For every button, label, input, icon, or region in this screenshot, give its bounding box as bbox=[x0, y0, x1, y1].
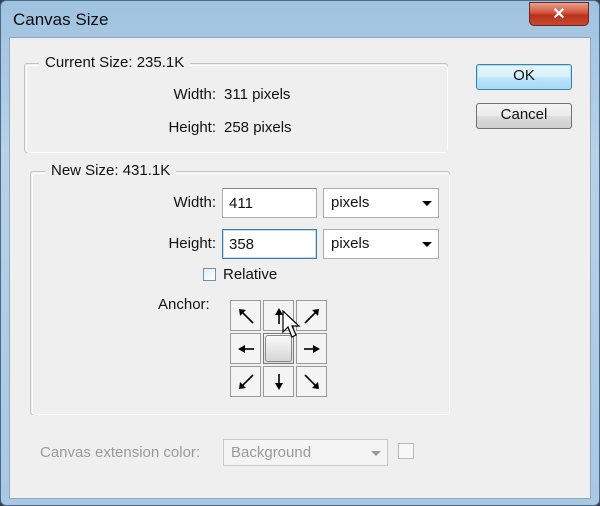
anchor-label: Anchor: bbox=[158, 296, 210, 313]
extension-color-label: Canvas extension color: bbox=[40, 444, 201, 461]
dialog-title: Canvas Size bbox=[13, 10, 109, 29]
chevron-down-icon bbox=[422, 201, 432, 206]
anchor-bottom-right[interactable] bbox=[296, 366, 327, 397]
current-height-label: Height: bbox=[168, 119, 216, 136]
close-button[interactable]: ✕ bbox=[529, 2, 589, 26]
height-unit-value: pixels bbox=[331, 235, 370, 252]
mouse-pointer-icon bbox=[282, 310, 301, 338]
anchor-bottom-left[interactable] bbox=[230, 366, 261, 397]
relative-label[interactable]: Relative bbox=[223, 266, 277, 283]
arrow-w-icon bbox=[237, 344, 254, 353]
arrow-nw-icon bbox=[238, 308, 254, 324]
anchor-bottom[interactable] bbox=[263, 366, 294, 397]
arrow-ne-icon bbox=[303, 308, 319, 324]
height-unit-select[interactable]: pixels bbox=[323, 229, 439, 259]
anchor-grid bbox=[230, 300, 328, 398]
extension-color-swatch[interactable] bbox=[398, 443, 414, 459]
width-unit-select[interactable]: pixels bbox=[323, 188, 439, 218]
arrow-sw-icon bbox=[238, 373, 254, 389]
current-width-label: Width: bbox=[173, 86, 216, 103]
new-height-label: Height: bbox=[168, 235, 216, 252]
height-input[interactable]: 358 bbox=[222, 229, 317, 259]
ok-button[interactable]: OK bbox=[476, 64, 572, 90]
current-width-value: 311 pixels bbox=[224, 86, 291, 103]
current-height-value: 258 pixels bbox=[224, 119, 292, 136]
arrow-se-icon bbox=[303, 373, 319, 389]
cancel-button[interactable]: Cancel bbox=[476, 103, 572, 129]
current-size-group: Current Size: 235.1K bbox=[24, 54, 448, 153]
canvas-size-dialog: Canvas Size ✕ Current Size: 235.1K Width… bbox=[0, 0, 600, 506]
width-unit-value: pixels bbox=[331, 194, 370, 211]
chevron-down-icon bbox=[422, 242, 432, 247]
anchor-top-left[interactable] bbox=[230, 300, 261, 331]
anchor-left[interactable] bbox=[230, 333, 261, 364]
new-size-legend: New Size: 431.1K bbox=[45, 162, 177, 179]
relative-checkbox[interactable] bbox=[203, 268, 216, 281]
dialog-body: Current Size: 235.1K Width: 311 pixels H… bbox=[9, 37, 591, 499]
title-bar: Canvas Size ✕ bbox=[1, 1, 599, 39]
chevron-down-icon bbox=[371, 451, 381, 456]
arrow-s-icon bbox=[274, 373, 283, 390]
arrow-e-icon bbox=[303, 344, 320, 353]
new-width-label: Width: bbox=[173, 194, 216, 211]
extension-color-value: Background bbox=[231, 444, 312, 461]
current-size-legend: Current Size: 235.1K bbox=[39, 54, 191, 71]
close-icon: ✕ bbox=[552, 6, 566, 23]
width-input[interactable]: 411 bbox=[222, 188, 317, 218]
extension-color-select[interactable]: Background bbox=[223, 439, 388, 466]
